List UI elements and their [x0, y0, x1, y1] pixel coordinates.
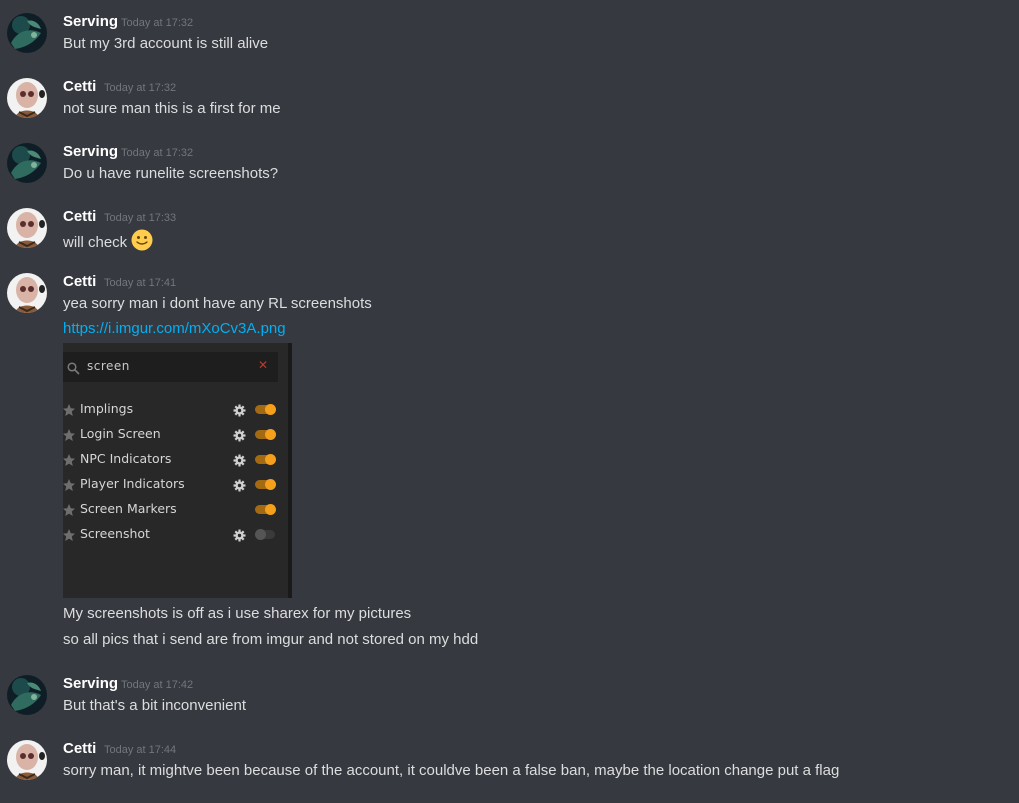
gear-icon[interactable] — [233, 427, 246, 446]
close-icon[interactable]: ✕ — [258, 358, 268, 372]
message-author[interactable]: Cetti — [63, 208, 96, 226]
plugin-row-npc-indicators: NPC Indicators — [63, 450, 288, 470]
message-text: Do u have runelite screenshots? — [63, 165, 279, 182]
message-author[interactable]: Serving — [63, 143, 118, 161]
message-timestamp: Today at 17:32 — [104, 82, 177, 94]
plugin-name: Screen Markers — [80, 501, 177, 516]
message-timestamp: Today at 17:44 — [104, 744, 177, 756]
slightly-smiling-face-icon[interactable] — [131, 229, 153, 257]
plugin-toggle[interactable] — [255, 504, 276, 515]
avatar-cetti[interactable] — [7, 208, 47, 248]
gear-icon[interactable] — [233, 402, 246, 421]
message-timestamp: Today at 17:41 — [104, 277, 177, 289]
message-text-row: will check — [63, 229, 153, 257]
avatar-cetti[interactable] — [7, 273, 47, 313]
search-icon — [67, 360, 80, 379]
plugin-name: NPC Indicators — [80, 451, 172, 466]
imgur-link[interactable]: https://i.imgur.com/mXoCv3A.png — [63, 319, 286, 339]
message-text: not sure man this is a first for me — [63, 100, 281, 117]
message-timestamp: Today at 17:42 — [121, 679, 194, 691]
message-text: My screenshots is off as i use sharex fo… — [63, 605, 412, 622]
message-text: yea sorry man i dont have any RL screens… — [63, 295, 372, 312]
message-text: will check — [63, 233, 128, 251]
plugin-row-implings: Implings — [63, 400, 288, 420]
avatar-cetti[interactable] — [7, 78, 47, 118]
avatar-serving[interactable] — [7, 143, 47, 183]
avatar-cetti[interactable] — [7, 740, 47, 780]
star-icon[interactable] — [62, 402, 76, 421]
star-icon[interactable] — [62, 502, 76, 521]
plugin-search-bar[interactable]: screen ✕ — [63, 352, 278, 382]
message-author[interactable]: Cetti — [63, 273, 96, 291]
plugin-name: Screenshot — [80, 526, 150, 541]
plugin-toggle[interactable] — [255, 404, 276, 415]
message-author[interactable]: Serving — [63, 675, 118, 693]
message-timestamp: Today at 17:32 — [121, 147, 194, 159]
avatar-serving[interactable] — [7, 13, 47, 53]
plugin-toggle[interactable] — [255, 429, 276, 440]
plugin-toggle[interactable] — [255, 454, 276, 465]
plugin-row-screen-markers: Screen Markers — [63, 500, 288, 520]
gear-icon[interactable] — [233, 477, 246, 496]
star-icon[interactable] — [62, 527, 76, 546]
star-icon[interactable] — [62, 477, 76, 496]
plugin-row-login-screen: Login Screen — [63, 425, 288, 445]
message-author[interactable]: Serving — [63, 13, 118, 31]
message-text: so all pics that i send are from imgur a… — [63, 631, 479, 648]
message-text: sorry man, it mightve been because of th… — [63, 762, 840, 779]
star-icon[interactable] — [62, 427, 76, 446]
plugin-row-screenshot: Screenshot — [63, 525, 288, 545]
plugin-row-player-indicators: Player Indicators — [63, 475, 288, 495]
star-icon[interactable] — [62, 452, 76, 471]
avatar-serving[interactable] — [7, 675, 47, 715]
message-timestamp: Today at 17:33 — [104, 212, 177, 224]
message-text: But my 3rd account is still alive — [63, 35, 269, 52]
plugin-toggle[interactable] — [255, 529, 275, 540]
message-timestamp: Today at 17:32 — [121, 17, 194, 29]
message-text: But that's a bit inconvenient — [63, 697, 246, 714]
plugin-name: Implings — [80, 401, 134, 416]
gear-icon[interactable] — [233, 527, 246, 546]
gear-icon[interactable] — [233, 452, 246, 471]
plugin-search-input[interactable]: screen — [87, 359, 130, 373]
plugin-name: Player Indicators — [80, 476, 185, 491]
plugin-name: Login Screen — [80, 426, 161, 441]
message-author[interactable]: Cetti — [63, 78, 96, 96]
chat-messages: Serving Today at 17:32 But my 3rd accoun… — [0, 0, 1019, 803]
plugin-toggle[interactable] — [255, 479, 276, 490]
message-author[interactable]: Cetti — [63, 740, 96, 758]
embedded-image-runelite-plugins[interactable]: screen ✕ Implings Login Screen NPC Indic… — [63, 343, 292, 598]
